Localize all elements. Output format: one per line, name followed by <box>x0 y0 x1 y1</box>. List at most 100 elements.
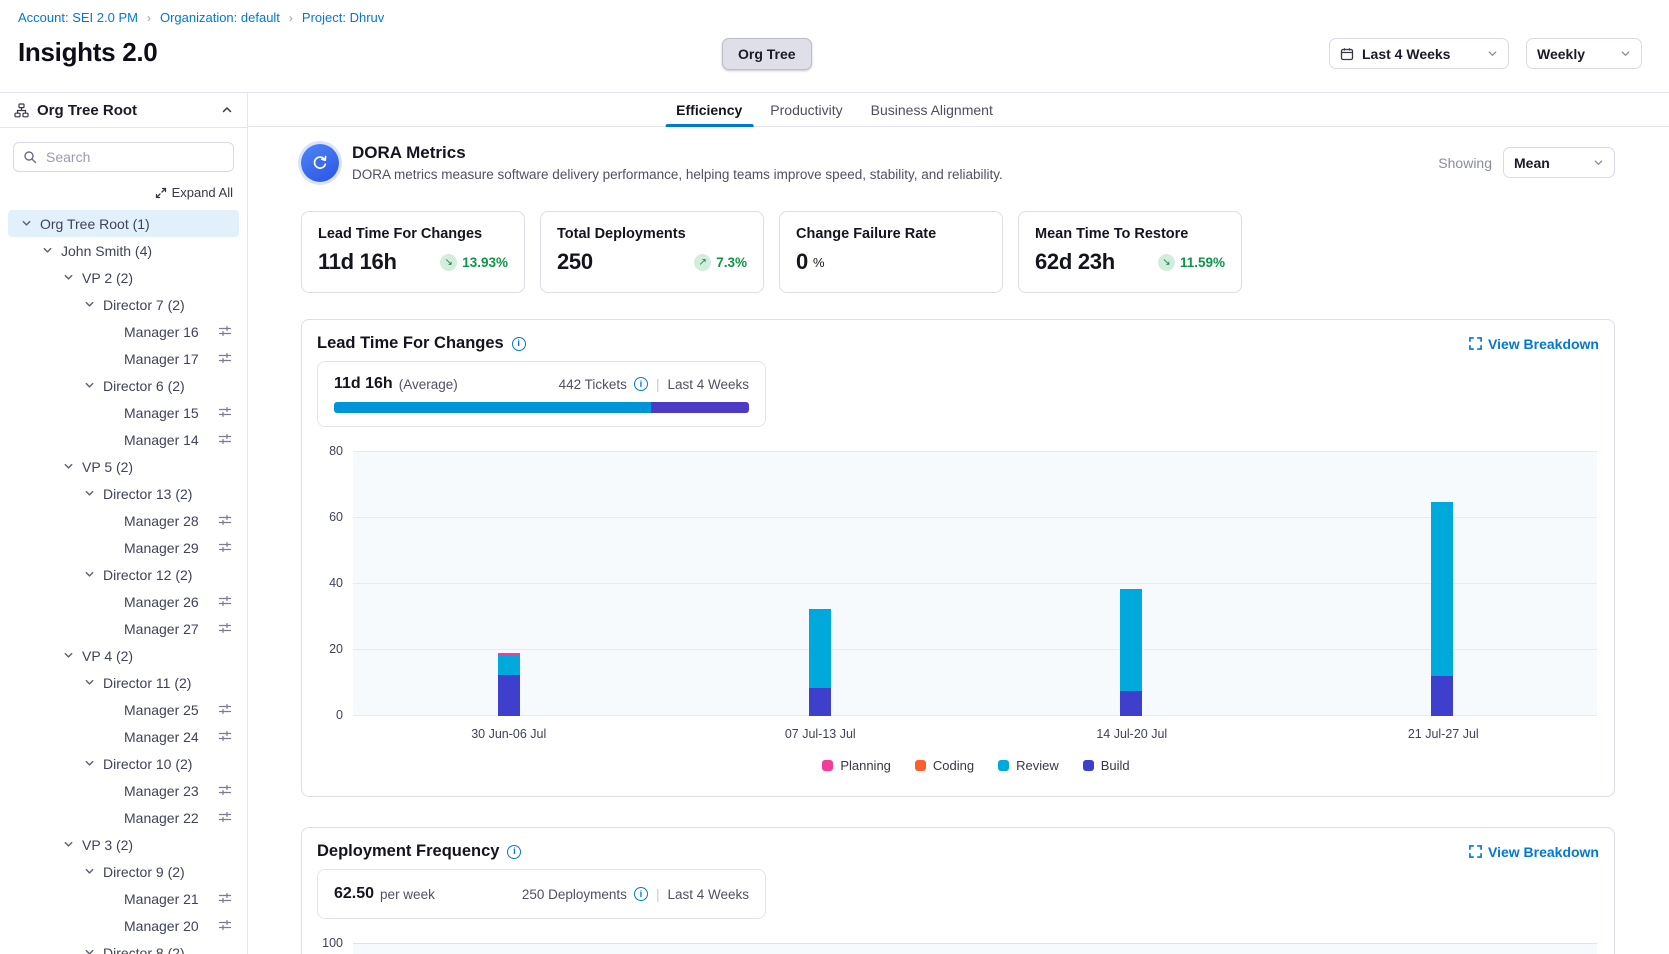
info-icon[interactable] <box>634 887 648 901</box>
sliders-icon[interactable] <box>218 702 232 716</box>
tree-node-manager-21[interactable]: Manager 21 <box>8 885 239 912</box>
breadcrumb-separator: › <box>147 11 151 25</box>
tree-node-john-smith-4[interactable]: John Smith (4) <box>8 237 239 264</box>
sliders-icon[interactable] <box>218 810 232 824</box>
chevron-down-icon[interactable] <box>81 866 97 877</box>
chevron-down-icon[interactable] <box>81 677 97 688</box>
metric-card-mean-time-to-restore: Mean Time To Restore62d 23h↘11.59% <box>1018 211 1242 293</box>
breadcrumb-link-organization[interactable]: Organization: default <box>160 10 280 25</box>
tree-node-director-8-2[interactable]: Director 8 (2) <box>8 939 239 954</box>
deployment-view-breakdown-link[interactable]: View Breakdown <box>1469 844 1599 860</box>
legend-item-review[interactable]: Review <box>998 758 1059 773</box>
chevron-down-icon[interactable] <box>60 650 76 661</box>
lead-time-title-text: Lead Time For Changes <box>317 334 504 353</box>
showing-select[interactable]: Mean <box>1503 147 1615 178</box>
tree-node-vp-4-2[interactable]: VP 4 (2) <box>8 642 239 669</box>
metric-card-value: 250 <box>557 249 593 275</box>
info-icon[interactable] <box>634 377 648 391</box>
lead-time-summary-meta: 442 Tickets | Last 4 Weeks <box>559 377 749 392</box>
tree-node-label: Manager 23 <box>124 783 199 799</box>
tree-node-manager-29[interactable]: Manager 29 <box>8 534 239 561</box>
legend-item-coding[interactable]: Coding <box>915 758 974 773</box>
tree-node-director-13-2[interactable]: Director 13 (2) <box>8 480 239 507</box>
gridline-y-20 <box>353 649 1597 650</box>
tree-node-vp-3-2[interactable]: VP 3 (2) <box>8 831 239 858</box>
tab-efficiency[interactable]: Efficiency <box>673 93 745 126</box>
deployments-count: 250 Deployments <box>522 887 627 902</box>
sliders-icon[interactable] <box>218 729 232 743</box>
chevron-down-icon[interactable] <box>18 218 34 229</box>
sliders-icon[interactable] <box>218 594 232 608</box>
tree-node-vp-5-2[interactable]: VP 5 (2) <box>8 453 239 480</box>
legend-item-planning[interactable]: Planning <box>822 758 891 773</box>
bar-07-jul-13-jul[interactable] <box>809 609 831 716</box>
sliders-icon[interactable] <box>218 621 232 635</box>
tree-node-director-11-2[interactable]: Director 11 (2) <box>8 669 239 696</box>
metric-card-title: Change Failure Rate <box>796 226 986 242</box>
tab-productivity[interactable]: Productivity <box>767 93 845 126</box>
tree-node-manager-25[interactable]: Manager 25 <box>8 696 239 723</box>
chevron-down-icon[interactable] <box>81 380 97 391</box>
trend-down-icon: ↘ <box>440 254 457 271</box>
tree-node-director-6-2[interactable]: Director 6 (2) <box>8 372 239 399</box>
tree-node-director-9-2[interactable]: Director 9 (2) <box>8 858 239 885</box>
chevron-down-icon[interactable] <box>81 947 97 954</box>
chevron-down-icon[interactable] <box>60 839 76 850</box>
bar-21-jul-27-jul[interactable] <box>1431 502 1453 716</box>
sliders-icon[interactable] <box>218 405 232 419</box>
tree-node-vp-2-2[interactable]: VP 2 (2) <box>8 264 239 291</box>
granularity-select[interactable]: Weekly <box>1526 38 1642 69</box>
chevron-down-icon[interactable] <box>60 461 76 472</box>
sliders-icon[interactable] <box>218 783 232 797</box>
breadcrumb-link-project[interactable]: Project: Dhruv <box>302 10 384 25</box>
tree-node-director-12-2[interactable]: Director 12 (2) <box>8 561 239 588</box>
info-icon[interactable] <box>512 337 526 351</box>
tree-node-manager-17[interactable]: Manager 17 <box>8 345 239 372</box>
tree-node-label: Manager 24 <box>124 729 199 745</box>
tree-node-manager-16[interactable]: Manager 16 <box>8 318 239 345</box>
search-input[interactable] <box>13 142 234 172</box>
deployment-chart: 100 <box>317 943 1599 954</box>
chevron-down-icon[interactable] <box>60 272 76 283</box>
sliders-icon[interactable] <box>218 324 232 338</box>
tree-node-manager-22[interactable]: Manager 22 <box>8 804 239 831</box>
org-tree-button[interactable]: Org Tree <box>722 38 812 70</box>
lead-time-view-breakdown-link[interactable]: View Breakdown <box>1469 336 1599 352</box>
bar-14-jul-20-jul[interactable] <box>1120 589 1142 716</box>
tree-node-label: Manager 15 <box>124 405 199 421</box>
tree-node-org-tree-root-1[interactable]: Org Tree Root (1) <box>8 210 239 237</box>
tree-node-manager-28[interactable]: Manager 28 <box>8 507 239 534</box>
sliders-icon[interactable] <box>218 540 232 554</box>
chevron-down-icon[interactable] <box>39 245 55 256</box>
tree-node-label: VP 4 (2) <box>82 648 133 664</box>
info-icon[interactable] <box>507 845 521 859</box>
breadcrumb-link-account[interactable]: Account: SEI 2.0 PM <box>18 10 138 25</box>
sliders-icon[interactable] <box>218 351 232 365</box>
collapse-sidebar-icon[interactable] <box>221 104 233 116</box>
tab-business-alignment[interactable]: Business Alignment <box>868 93 996 126</box>
chevron-down-icon[interactable] <box>81 758 97 769</box>
sliders-icon[interactable] <box>218 891 232 905</box>
tree-node-director-10-2[interactable]: Director 10 (2) <box>8 750 239 777</box>
tree-node-manager-26[interactable]: Manager 26 <box>8 588 239 615</box>
dashboard-content: DORA Metrics DORA metrics measure softwa… <box>248 127 1669 954</box>
tree-node-manager-14[interactable]: Manager 14 <box>8 426 239 453</box>
chevron-down-icon[interactable] <box>81 569 97 580</box>
tree-node-manager-24[interactable]: Manager 24 <box>8 723 239 750</box>
tree-node-manager-20[interactable]: Manager 20 <box>8 912 239 939</box>
sliders-icon[interactable] <box>218 432 232 446</box>
lead-time-title: Lead Time For Changes <box>317 334 526 353</box>
sliders-icon[interactable] <box>218 513 232 527</box>
tree-node-manager-27[interactable]: Manager 27 <box>8 615 239 642</box>
expand-all-button[interactable]: Expand All <box>0 172 247 207</box>
tree-node-manager-23[interactable]: Manager 23 <box>8 777 239 804</box>
tree-node-manager-15[interactable]: Manager 15 <box>8 399 239 426</box>
legend-item-build[interactable]: Build <box>1083 758 1130 773</box>
sliders-icon[interactable] <box>218 918 232 932</box>
bar-30-jun-06-jul[interactable] <box>498 653 520 716</box>
tree-node-director-7-2[interactable]: Director 7 (2) <box>8 291 239 318</box>
date-range-select[interactable]: Last 4 Weeks <box>1329 38 1509 69</box>
tickets-count: 442 Tickets <box>559 377 627 392</box>
chevron-down-icon[interactable] <box>81 488 97 499</box>
chevron-down-icon[interactable] <box>81 299 97 310</box>
